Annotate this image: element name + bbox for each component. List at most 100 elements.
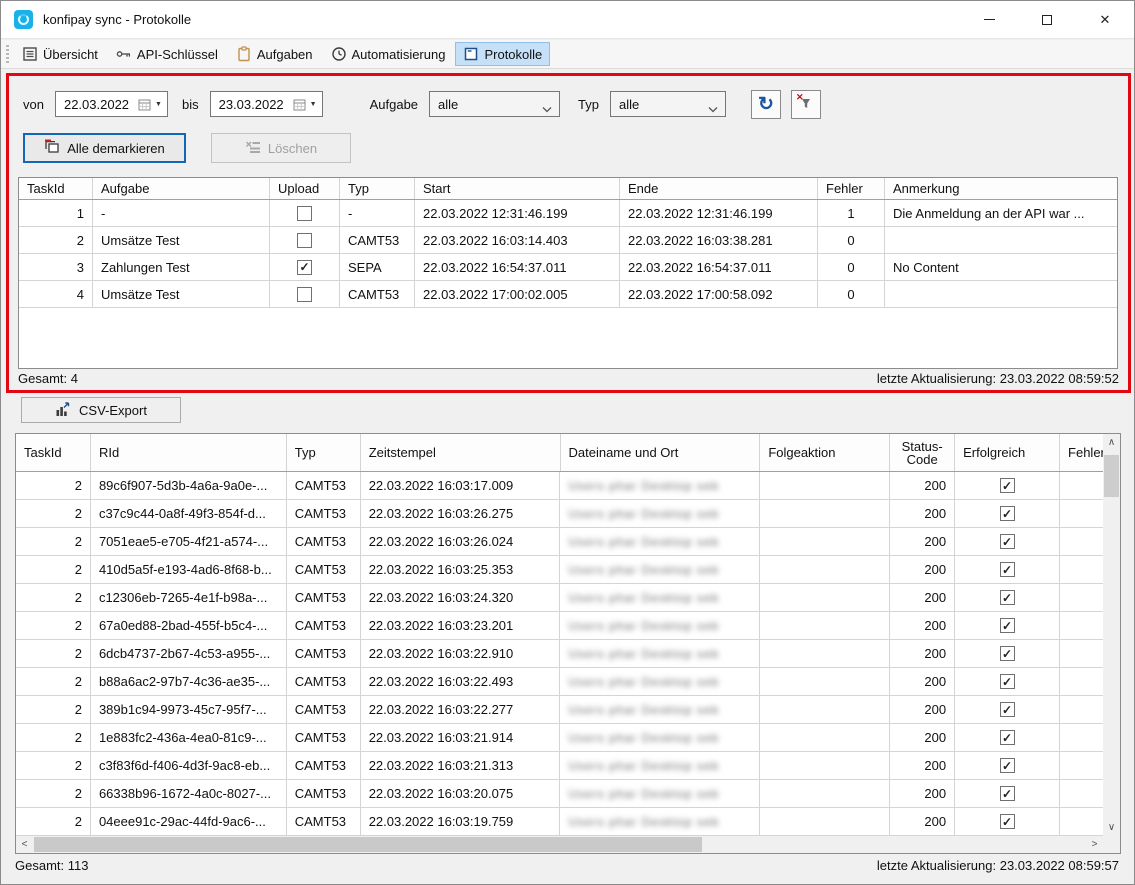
cell-erfolgreich	[955, 780, 1060, 807]
table-row[interactable]: 27051eae5-e705-4f21-a574-...CAMT5322.03.…	[16, 528, 1103, 556]
cell-folgeaktion	[760, 724, 890, 751]
tab-automatisierung[interactable]: Automatisierung	[323, 42, 454, 66]
table-row[interactable]: 2c12306eb-7265-4e1f-b98a-...CAMT5322.03.…	[16, 584, 1103, 612]
loeschen-button[interactable]: Löschen	[211, 133, 351, 163]
col-start[interactable]: Start	[415, 178, 620, 199]
cell-folgeaktion	[760, 752, 890, 779]
table-row[interactable]: 204eee91c-29ac-44fd-9ac6-...CAMT5322.03.…	[16, 808, 1103, 836]
aufgabe-dropdown[interactable]: alle	[429, 91, 560, 117]
erfolgreich-checkbox[interactable]	[1000, 478, 1015, 493]
typ-dropdown-value: alle	[619, 97, 708, 112]
erfolgreich-checkbox[interactable]	[1000, 590, 1015, 605]
upper-gesamt-label: Gesamt: 4	[18, 371, 78, 386]
cell-fehler	[1060, 780, 1103, 807]
chevron-down-icon	[708, 101, 718, 108]
table-row[interactable]: 2c37c9c44-0a8f-49f3-854f-d...CAMT5322.03…	[16, 500, 1103, 528]
clear-filter-button[interactable]: ✕	[791, 90, 821, 119]
bis-date-picker[interactable]: 23.03.2022 ▼	[210, 91, 323, 117]
table-row[interactable]: 2410d5a5f-e193-4ad6-8f68-b...CAMT5322.03…	[16, 556, 1103, 584]
alle-demarkieren-button[interactable]: Alle demarkieren	[23, 133, 186, 163]
tab-api-schluessel[interactable]: API-Schlüssel	[108, 42, 226, 66]
close-button[interactable]: ✕	[1076, 1, 1134, 38]
erfolgreich-checkbox[interactable]	[1000, 758, 1015, 773]
table-row[interactable]: 266338b96-1672-4a0c-8027-...CAMT5322.03.…	[16, 780, 1103, 808]
table-row[interactable]: 2b88a6ac2-97b7-4c36-ae35-...CAMT5322.03.…	[16, 668, 1103, 696]
cell-status-code: 200	[890, 528, 955, 555]
col-taskid[interactable]: TaskId	[19, 178, 93, 199]
col-dateiname[interactable]: Dateiname und Ort	[561, 434, 761, 471]
vertical-scrollbar-thumb[interactable]	[1104, 455, 1119, 497]
csv-export-button[interactable]: CSV-Export	[21, 397, 181, 423]
cell-ende: 22.03.2022 17:00:58.092	[620, 281, 818, 307]
horizontal-scrollbar-thumb[interactable]	[34, 837, 702, 852]
col-aufgabe[interactable]: Aufgabe	[93, 178, 270, 199]
filter-bis-label: bis	[182, 97, 199, 112]
tab-aufgaben[interactable]: Aufgaben	[228, 42, 321, 66]
scroll-left-icon[interactable]: <	[16, 836, 33, 853]
table-row[interactable]: 1--22.03.2022 12:31:46.19922.03.2022 12:…	[19, 200, 1117, 227]
col-typ[interactable]: Typ	[287, 434, 361, 471]
col-status-code[interactable]: Status-Code	[890, 434, 955, 471]
col-taskid[interactable]: TaskId	[16, 434, 91, 471]
col-typ[interactable]: Typ	[340, 178, 415, 199]
table-row[interactable]: 3Zahlungen TestSEPA22.03.2022 16:54:37.0…	[19, 254, 1117, 281]
col-rid[interactable]: RId	[91, 434, 287, 471]
erfolgreich-checkbox[interactable]	[1000, 674, 1015, 689]
horizontal-scrollbar[interactable]: < >	[16, 836, 1103, 853]
typ-dropdown[interactable]: alle	[610, 91, 726, 117]
cell-dateiname-blurred: Users phar Desktop seb	[560, 472, 760, 499]
minimize-icon	[984, 19, 995, 20]
vertical-scrollbar[interactable]: ∧ ∨	[1103, 434, 1120, 836]
table-row[interactable]: 26dcb4737-2b67-4c53-a955-...CAMT5322.03.…	[16, 640, 1103, 668]
cell-typ: CAMT53	[287, 584, 361, 611]
minimize-button[interactable]	[960, 1, 1018, 38]
col-fehler[interactable]: Fehler	[818, 178, 885, 199]
upload-checkbox[interactable]	[297, 260, 312, 275]
von-date-picker[interactable]: 22.03.2022 ▼	[55, 91, 168, 117]
table-row[interactable]: 289c6f907-5d3b-4a6a-9a0e-...CAMT5322.03.…	[16, 472, 1103, 500]
col-fehler[interactable]: Fehler	[1060, 434, 1103, 471]
erfolgreich-checkbox[interactable]	[1000, 506, 1015, 521]
refresh-button[interactable]: ↻	[751, 90, 781, 119]
erfolgreich-checkbox[interactable]	[1000, 618, 1015, 633]
cell-zeitstempel: 22.03.2022 16:03:24.320	[361, 584, 561, 611]
cell-dateiname-blurred: Users phar Desktop seb	[560, 612, 760, 639]
erfolgreich-checkbox[interactable]	[1000, 702, 1015, 717]
table-row[interactable]: 4Umsätze TestCAMT5322.03.2022 17:00:02.0…	[19, 281, 1117, 308]
col-anmerkung[interactable]: Anmerkung	[885, 178, 1117, 199]
maximize-button[interactable]	[1018, 1, 1076, 38]
table-row[interactable]: 267a0ed88-2bad-455f-b5c4-...CAMT5322.03.…	[16, 612, 1103, 640]
erfolgreich-checkbox[interactable]	[1000, 730, 1015, 745]
chevron-down-icon[interactable]: ▼	[155, 101, 162, 108]
table-row[interactable]: 21e883fc2-436a-4ea0-81c9-...CAMT5322.03.…	[16, 724, 1103, 752]
erfolgreich-checkbox[interactable]	[1000, 534, 1015, 549]
erfolgreich-checkbox[interactable]	[1000, 814, 1015, 829]
upload-checkbox[interactable]	[297, 206, 312, 221]
col-upload[interactable]: Upload	[270, 178, 340, 199]
cell-typ: CAMT53	[287, 612, 361, 639]
table-row[interactable]: 2389b1c94-9973-45c7-95f7-...CAMT5322.03.…	[16, 696, 1103, 724]
col-zeitstempel[interactable]: Zeitstempel	[361, 434, 561, 471]
main-toolbar: Übersicht API-Schlüssel Aufgaben Automat…	[1, 40, 1134, 69]
scroll-down-icon[interactable]: ∨	[1103, 819, 1120, 836]
cell-fehler	[1060, 612, 1103, 639]
table-row[interactable]: 2c3f83f6d-f406-4d3f-9ac8-eb...CAMT5322.0…	[16, 752, 1103, 780]
upload-checkbox[interactable]	[297, 287, 312, 302]
cell-rid: c37c9c44-0a8f-49f3-854f-d...	[91, 500, 287, 527]
col-erfolgreich[interactable]: Erfolgreich	[955, 434, 1060, 471]
scroll-right-icon[interactable]: >	[1086, 836, 1103, 853]
cell-taskid: 2	[16, 780, 91, 807]
col-ende[interactable]: Ende	[620, 178, 818, 199]
chevron-down-icon[interactable]: ▼	[310, 101, 317, 108]
window-controls: ✕	[960, 1, 1134, 38]
erfolgreich-checkbox[interactable]	[1000, 786, 1015, 801]
scroll-up-icon[interactable]: ∧	[1103, 434, 1120, 451]
erfolgreich-checkbox[interactable]	[1000, 646, 1015, 661]
tab-protokolle[interactable]: Protokolle	[455, 42, 550, 66]
cell-erfolgreich	[955, 668, 1060, 695]
erfolgreich-checkbox[interactable]	[1000, 562, 1015, 577]
tab-uebersicht[interactable]: Übersicht	[14, 42, 106, 66]
upload-checkbox[interactable]	[297, 233, 312, 248]
table-row[interactable]: 2Umsätze TestCAMT5322.03.2022 16:03:14.4…	[19, 227, 1117, 254]
col-folgeaktion[interactable]: Folgeaktion	[760, 434, 890, 471]
